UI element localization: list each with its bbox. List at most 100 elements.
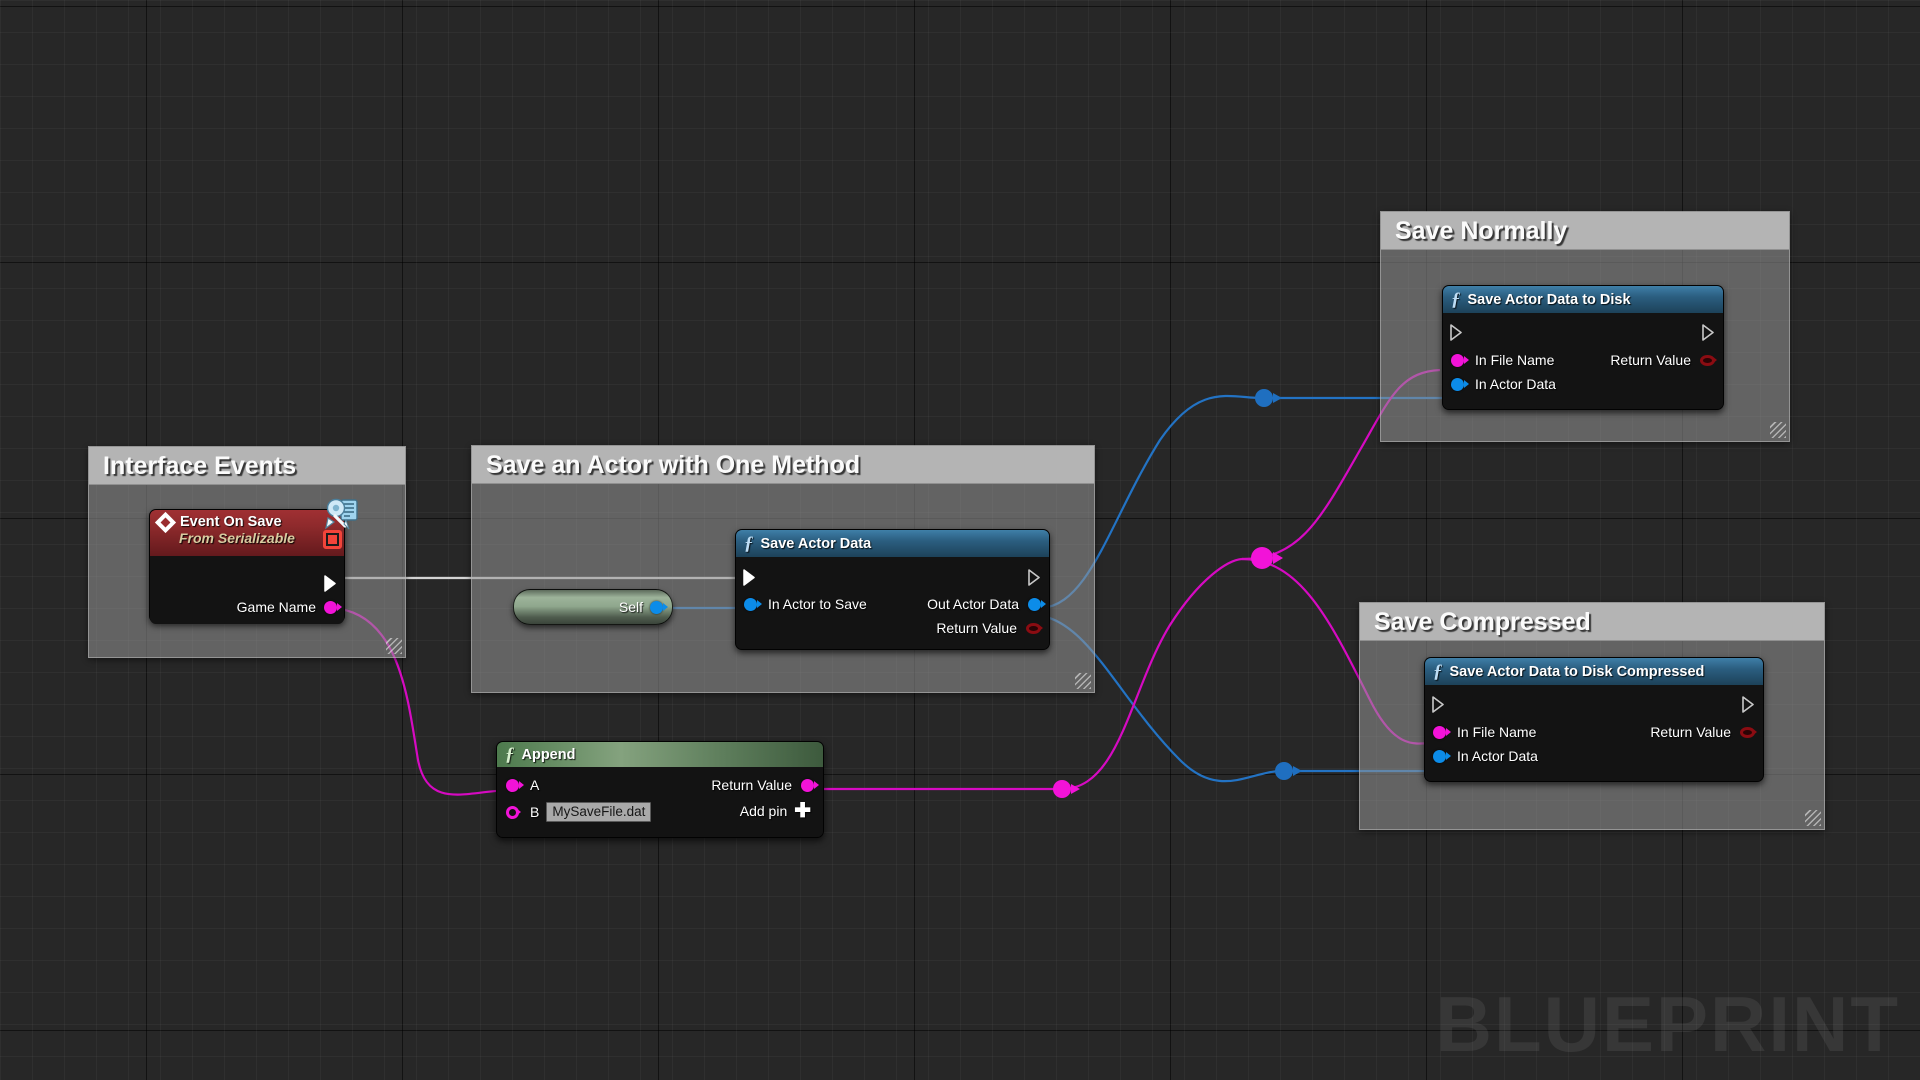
pin-label-in-file-name: In File Name [1457, 724, 1537, 740]
pin-row-in-file-name[interactable]: In File Name [1433, 723, 1536, 741]
pin-label-return-value: Return Value [936, 620, 1017, 636]
pin-label-append-b: B [530, 804, 540, 820]
comment-title-interface-events[interactable]: Interface Events [89, 447, 405, 485]
pin-row-exec-in[interactable] [743, 568, 757, 586]
pin-row-exec-out[interactable] [1742, 695, 1756, 713]
wire-marker-object-lower [1275, 762, 1293, 780]
resize-grip-icon[interactable] [1075, 673, 1091, 689]
node-header-save-actor-data-to-disk-compressed: ƒ Save Actor Data to Disk Compressed [1425, 658, 1763, 685]
blueprint-graph-canvas[interactable]: Interface Events Save an Actor with One … [0, 0, 1920, 1080]
resize-grip-icon[interactable] [1805, 810, 1821, 826]
pin-row-exec-in[interactable] [1450, 323, 1464, 341]
pin-dot-return-value-bool[interactable] [1700, 354, 1717, 366]
pin-dot-append-a[interactable] [506, 778, 524, 792]
pin-row-return-value[interactable]: Return Value [936, 619, 1043, 637]
pin-row-in-actor-data[interactable]: In Actor Data [1451, 375, 1556, 393]
pin-label-return-value: Return Value [1650, 724, 1731, 740]
pin-dot-in-file-name[interactable] [1451, 353, 1469, 367]
pin-label-append-a: A [530, 777, 540, 793]
pin-dot-in-actor-to-save[interactable] [744, 597, 762, 611]
node-title-save-actor-data: Save Actor Data [760, 535, 872, 552]
pin-dot-return-value-bool[interactable] [1740, 726, 1757, 738]
wire-marker-object-upper-arrow [1273, 393, 1282, 403]
function-icon: ƒ [1451, 289, 1461, 310]
exec-out-pin-icon[interactable] [1742, 695, 1756, 713]
node-self[interactable]: Self [513, 589, 673, 625]
plus-icon[interactable]: ✚ [794, 801, 811, 821]
pin-dot-in-actor-data[interactable] [1433, 749, 1451, 763]
node-save-actor-data-to-disk-compressed[interactable]: ƒ Save Actor Data to Disk Compressed In … [1424, 657, 1764, 782]
node-title-append: Append [521, 746, 576, 763]
comment-title-save-compressed[interactable]: Save Compressed [1360, 603, 1824, 641]
blueprint-watermark: BLUEPRINT [1435, 980, 1900, 1068]
node-label-self: Self [618, 599, 643, 615]
pin-dot-in-actor-data[interactable] [1451, 377, 1469, 391]
exec-in-pin-icon[interactable] [743, 568, 757, 586]
pin-label-game-name: Game Name [236, 599, 316, 615]
wire-marker-append-out [1053, 780, 1071, 798]
node-body-event-on-save: Game Name [150, 556, 344, 624]
pin-row-game-name[interactable]: Game Name [236, 598, 342, 616]
pin-dot-append-return-value[interactable] [801, 778, 819, 792]
pin-label-return-value: Return Value [1610, 352, 1691, 368]
wire-marker-append-out-arrow [1071, 784, 1080, 794]
pin-row-in-file-name[interactable]: In File Name [1451, 351, 1554, 369]
pin-label-out-actor-data: Out Actor Data [927, 596, 1019, 612]
node-title-save-actor-data-to-disk: Save Actor Data to Disk [1467, 291, 1631, 308]
comment-title-save-an-actor[interactable]: Save an Actor with One Method [472, 446, 1094, 484]
pin-row-in-actor-data[interactable]: In Actor Data [1433, 747, 1538, 765]
function-icon: ƒ [1433, 661, 1443, 682]
pin-row-exec-out[interactable] [1702, 323, 1716, 341]
resize-grip-icon[interactable] [386, 638, 402, 654]
breakpoint-indicator-icon[interactable] [323, 530, 342, 549]
pin-label-in-actor-data: In Actor Data [1475, 376, 1556, 392]
comment-title-save-normally[interactable]: Save Normally [1381, 212, 1789, 250]
pin-row-exec-in[interactable] [1432, 695, 1446, 713]
pin-row-append-return-value[interactable]: Return Value [711, 776, 819, 794]
exec-out-pin-icon[interactable] [1702, 323, 1716, 341]
node-body-save-actor-data-to-disk-compressed: In File Name In Actor Data Return Value [1425, 685, 1763, 781]
pin-row-append-a[interactable]: A [506, 776, 539, 794]
wire-marker-object-lower-arrow [1293, 766, 1302, 776]
pin-row-return-value[interactable]: Return Value [1650, 723, 1757, 741]
pin-row-append-b[interactable]: B MySaveFile.dat [506, 802, 652, 822]
append-add-pin-button[interactable]: Add pin ✚ [739, 801, 811, 821]
add-pin-label: Add pin [739, 803, 788, 819]
pin-row-return-value[interactable]: Return Value [1610, 351, 1717, 369]
exec-in-pin-icon[interactable] [1432, 695, 1446, 713]
pin-row-exec-out[interactable] [1028, 568, 1042, 586]
pin-label-in-actor-data: In Actor Data [1457, 748, 1538, 764]
pin-row-out-actor-data[interactable]: Out Actor Data [927, 595, 1046, 613]
node-body-save-actor-data: In Actor to Save Out Actor Data Return V… [736, 557, 1049, 649]
wire-marker-string-junction-arrow [1273, 552, 1283, 564]
wire-marker-object-upper [1255, 389, 1273, 407]
pin-dot-out-actor-data[interactable] [1028, 597, 1046, 611]
node-header-event-on-save: Event On Save From Serializable [150, 510, 344, 556]
pin-row-event-exec-out[interactable] [324, 574, 338, 592]
node-save-actor-data-to-disk[interactable]: ƒ Save Actor Data to Disk In File Name I… [1442, 285, 1724, 410]
exec-in-pin-icon[interactable] [1450, 323, 1464, 341]
function-icon: ƒ [744, 533, 754, 554]
node-event-on-save[interactable]: Event On Save From Serializable Game Nam… [149, 498, 358, 624]
pin-row-in-actor-to-save[interactable]: In Actor to Save [744, 595, 867, 613]
pin-dot-game-name[interactable] [324, 600, 342, 614]
pin-dot-self-out[interactable] [650, 600, 668, 614]
node-header-save-actor-data: ƒ Save Actor Data [736, 530, 1049, 557]
pin-label-in-actor-to-save: In Actor to Save [768, 596, 867, 612]
exec-out-pin-icon[interactable] [324, 574, 338, 592]
pin-dot-append-b[interactable] [506, 805, 521, 819]
pin-dot-return-value-bool[interactable] [1026, 622, 1043, 634]
append-b-value-input[interactable]: MySaveFile.dat [546, 802, 652, 822]
node-title-event-on-save: Event On Save [180, 514, 282, 530]
pin-dot-in-file-name[interactable] [1433, 725, 1451, 739]
node-append[interactable]: ƒ Append A B MySaveFile.dat Return Value… [496, 741, 824, 838]
pin-label-append-return-value: Return Value [711, 777, 792, 793]
node-header-save-actor-data-to-disk: ƒ Save Actor Data to Disk [1443, 286, 1723, 313]
exec-out-pin-icon[interactable] [1028, 568, 1042, 586]
wire-marker-string-junction [1251, 547, 1273, 569]
node-save-actor-data[interactable]: ƒ Save Actor Data In Actor to Save Out A… [735, 529, 1050, 650]
node-subtitle-from-serializable: From Serializable [179, 530, 295, 546]
pin-label-in-file-name: In File Name [1475, 352, 1555, 368]
node-header-append: ƒ Append [497, 742, 823, 767]
resize-grip-icon[interactable] [1770, 422, 1786, 438]
